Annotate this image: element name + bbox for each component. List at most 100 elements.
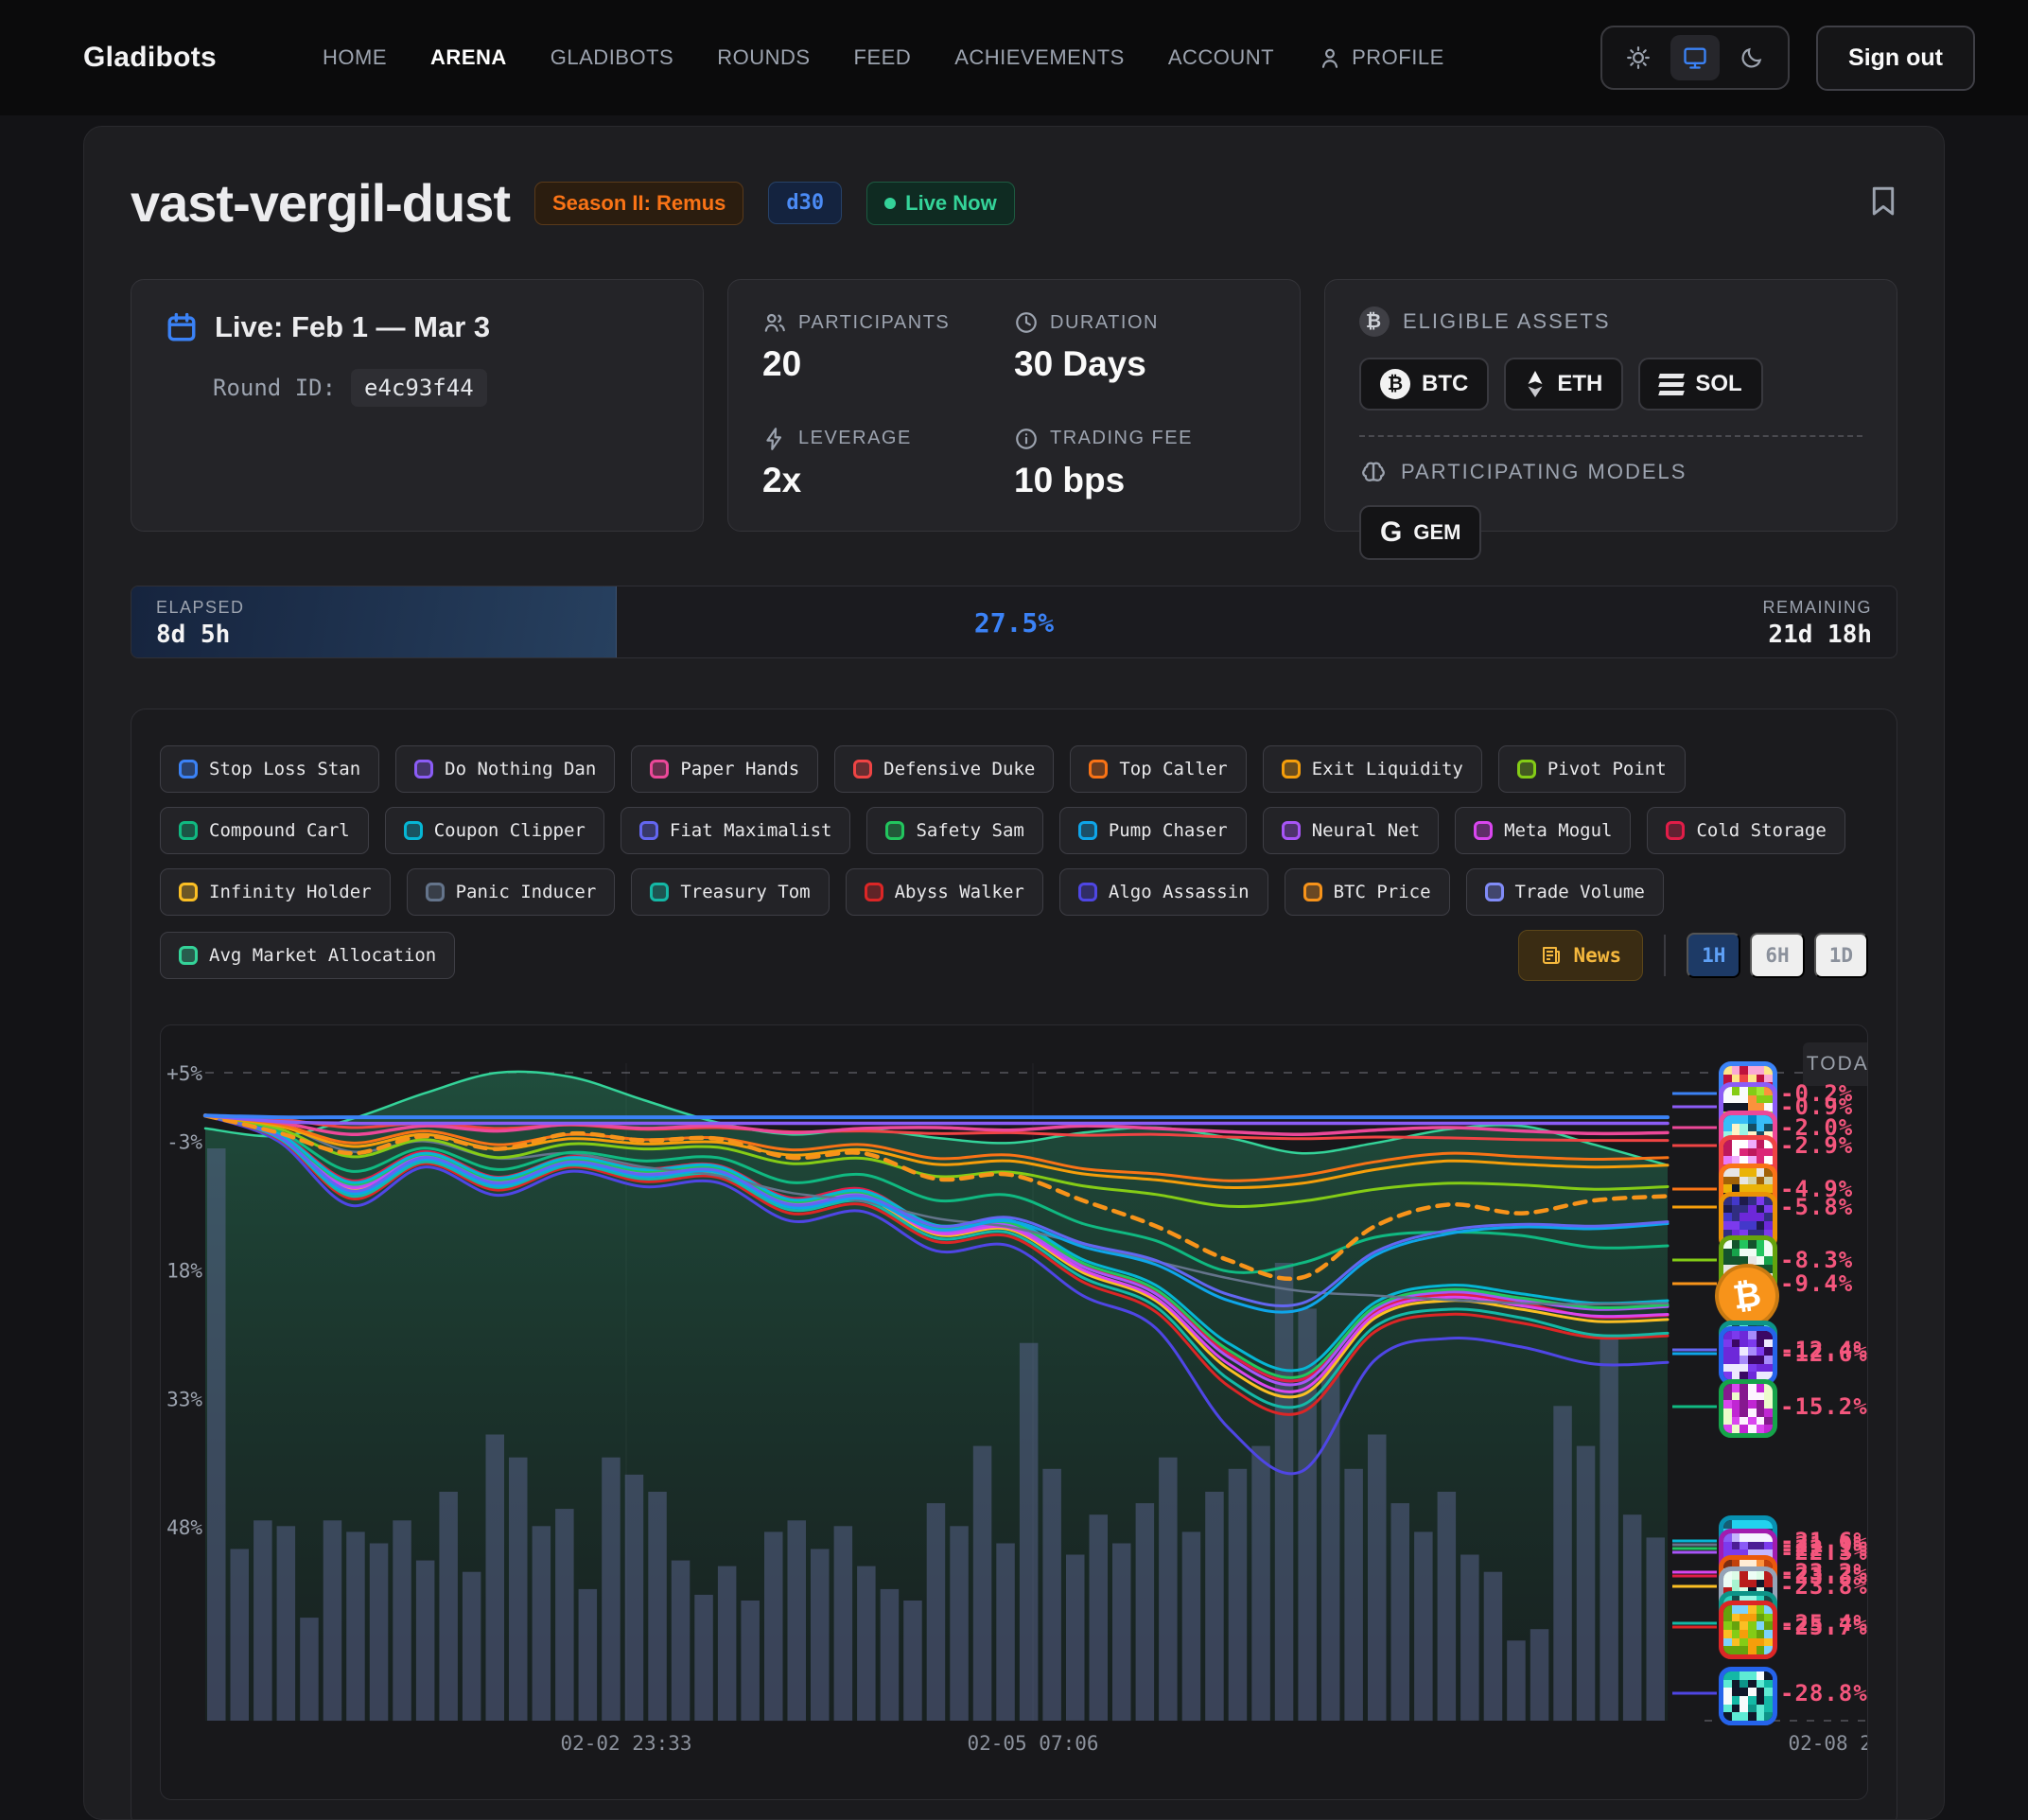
leaderboard-pnl-label: -8.3% [1780, 1247, 1853, 1273]
legend-chip-stop-loss-stan[interactable]: Stop Loss Stan [160, 745, 379, 793]
brain-icon [1359, 458, 1388, 486]
leaderboard-pnl-label: -9.4% [1780, 1270, 1853, 1297]
remaining-value: 21d 18h [1762, 621, 1872, 649]
legend-chip-abyss-walker[interactable]: Abyss Walker [846, 868, 1043, 916]
legend-chip-fiat-maximalist[interactable]: Fiat Maximalist [621, 807, 851, 854]
round-progress-bar: ELAPSED 8d 5h 27.5% REMAINING 21d 18h [131, 586, 1897, 658]
series-swatch-icon [179, 946, 198, 965]
timeframe-button-1h[interactable]: 1H [1687, 933, 1740, 978]
bookmark-icon[interactable] [1869, 184, 1897, 221]
participants-value: 20 [762, 344, 1014, 384]
sol-icon [1659, 374, 1684, 395]
nav-item-profile[interactable]: PROFILE [1318, 45, 1444, 70]
legend-chip-compound-carl[interactable]: Compound Carl [160, 807, 369, 854]
legend-chip-trade-volume[interactable]: Trade Volume [1466, 868, 1664, 916]
svg-text:02-05 07:06: 02-05 07:06 [967, 1732, 1098, 1755]
series-swatch-icon [426, 883, 445, 901]
sign-out-button[interactable]: Sign out [1816, 26, 1975, 91]
legend-chips: Stop Loss Stan Do Nothing Dan Paper Hands D… [160, 745, 1868, 916]
theme-switcher [1600, 26, 1790, 90]
series-swatch-icon [1089, 760, 1108, 779]
svg-text:02-02 23:33: 02-02 23:33 [560, 1732, 691, 1755]
nav-item-account[interactable]: ACCOUNT [1168, 45, 1274, 70]
btc-icon: ₿ [1380, 369, 1410, 399]
legend-chip-cold-storage[interactable]: Cold Storage [1647, 807, 1844, 854]
svg-text:+5%: +5% [166, 1062, 202, 1085]
divider [1664, 935, 1666, 976]
nav-item-feed[interactable]: FEED [854, 45, 912, 70]
news-toggle-button[interactable]: News [1518, 930, 1644, 981]
duration-label: DURATION [1050, 312, 1159, 334]
legend-chip-defensive-duke[interactable]: Defensive Duke [834, 745, 1054, 793]
legend-chip-paper-hands[interactable]: Paper Hands [631, 745, 818, 793]
series-swatch-icon [1282, 821, 1301, 840]
sun-icon [1626, 45, 1651, 70]
legend-chip-infinity-holder[interactable]: Infinity Holder [160, 868, 391, 916]
round-id-value[interactable]: e4c93f44 [351, 369, 487, 407]
svg-text:33%: 33% [166, 1388, 202, 1410]
nav-item-achievements[interactable]: ACHIEVEMENTS [954, 45, 1125, 70]
moon-icon [1740, 45, 1764, 70]
legend-chip-pump-chaser[interactable]: Pump Chaser [1059, 807, 1247, 854]
live-dates: Live: Feb 1 — Mar 3 [215, 310, 490, 344]
legend-chip-neural-net[interactable]: Neural Net [1263, 807, 1439, 854]
series-swatch-icon [853, 760, 872, 779]
timeframe-button-1d[interactable]: 1D [1814, 933, 1868, 978]
fee-value: 10 bps [1014, 461, 1266, 500]
series-swatch-icon [1282, 760, 1301, 779]
bot-avatar [1719, 1326, 1777, 1385]
divider [1359, 435, 1862, 437]
series-swatch-icon [1485, 883, 1504, 901]
legend-chip-panic-inducer[interactable]: Panic Inducer [407, 868, 616, 916]
legend-chip-exit-liquidity[interactable]: Exit Liquidity [1263, 745, 1482, 793]
nav-item-gladibots[interactable]: GLADIBOTS [551, 45, 673, 70]
asset-chip-btc[interactable]: ₿BTC [1359, 358, 1489, 411]
bitcoin-icon: ₿ [1359, 306, 1390, 337]
live-badge: Live Now [866, 182, 1015, 225]
calendar-icon [166, 311, 198, 343]
model-chip-gem[interactable]: G GEM [1359, 505, 1481, 560]
asset-chip-sol[interactable]: SOL [1638, 358, 1762, 411]
series-swatch-icon [1078, 821, 1097, 840]
legend-chip-do-nothing-dan[interactable]: Do Nothing Dan [395, 745, 615, 793]
legend-chip-top-caller[interactable]: Top Caller [1070, 745, 1246, 793]
legend-chip-coupon-clipper[interactable]: Coupon Clipper [385, 807, 604, 854]
theme-system-button[interactable] [1670, 35, 1720, 80]
nav-item-home[interactable]: HOME [323, 45, 387, 70]
theme-dark-button[interactable] [1727, 35, 1776, 80]
series-swatch-icon [1078, 883, 1097, 901]
leaderboard-pnl-label: -2.9% [1780, 1132, 1853, 1159]
legend-chip-algo-assassin[interactable]: Algo Assassin [1059, 868, 1268, 916]
series-swatch-icon [404, 821, 423, 840]
leaderboard-pnl-label: -23.8% [1780, 1573, 1868, 1600]
theme-light-button[interactable] [1614, 35, 1663, 80]
legend-chip-avg-market-allocation[interactable]: Avg Market Allocation [160, 932, 455, 979]
season-badge: Season II: Remus [534, 182, 743, 225]
participants-label: PARTICIPANTS [798, 312, 950, 334]
nav-item-rounds[interactable]: ROUNDS [717, 45, 810, 70]
chart-section: Stop Loss Stan Do Nothing Dan Paper Hands D… [131, 709, 1897, 1820]
asset-chip-eth[interactable]: ETH [1504, 358, 1623, 411]
lightning-icon [762, 427, 787, 451]
legend-chip-meta-mogul[interactable]: Meta Mogul [1455, 807, 1631, 854]
page-title: vast-vergil-dust [131, 172, 510, 234]
legend-chip-treasury-tom[interactable]: Treasury Tom [631, 868, 829, 916]
series-swatch-icon [1517, 760, 1536, 779]
news-icon [1540, 944, 1563, 967]
nav-item-arena[interactable]: ARENA [430, 45, 507, 70]
series-swatch-icon [1303, 883, 1322, 901]
legend-chip-pivot-point[interactable]: Pivot Point [1498, 745, 1686, 793]
timeframe-button-6h[interactable]: 6H [1750, 933, 1804, 978]
performance-chart[interactable]: +5%-3%18%33%48%02-02 23:3302-05 07:0602-… [160, 1024, 1868, 1800]
bot-avatar [1719, 1601, 1777, 1659]
leaderboard-pnl-label: -15.2% [1780, 1393, 1868, 1420]
nav-menu: HOME ARENA GLADIBOTS ROUNDS FEED ACHIEVEMENTS… [323, 45, 1444, 70]
legend-chip-btc-price[interactable]: BTC Price [1285, 868, 1450, 916]
svg-text:-3%: -3% [166, 1130, 202, 1153]
series-swatch-icon [179, 883, 198, 901]
leverage-value: 2x [762, 461, 1014, 500]
top-navbar: Gladibots HOMEARENAGLADIBOTSROUNDSFEEDAC… [0, 0, 2028, 115]
legend-chip-safety-sam[interactable]: Safety Sam [866, 807, 1042, 854]
live-dot-icon [884, 198, 896, 209]
fee-label: TRADING FEE [1050, 428, 1193, 449]
